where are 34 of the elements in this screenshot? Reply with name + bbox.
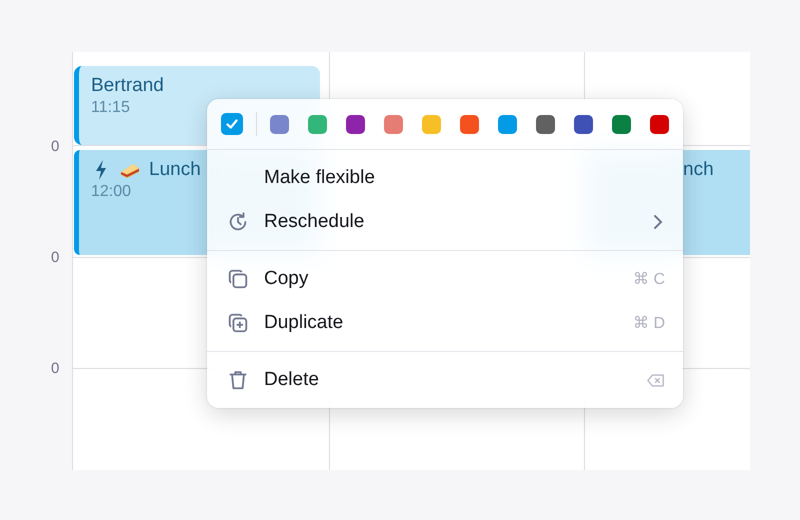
hour-label: 0	[51, 360, 60, 377]
event-time: 11:15	[91, 99, 131, 117]
checkmark-icon	[225, 117, 239, 131]
copy-icon	[227, 268, 249, 290]
color-swatch[interactable]	[650, 114, 669, 134]
color-swatch[interactable]	[422, 114, 441, 134]
color-swatch[interactable]	[612, 114, 631, 134]
event-time: 12:00	[91, 183, 132, 201]
color-swatch[interactable]	[460, 114, 479, 134]
duplicate-icon	[227, 312, 249, 334]
color-swatch[interactable]	[308, 114, 327, 134]
shortcut-label: ⌘ D	[633, 314, 665, 333]
color-swatch[interactable]	[270, 114, 289, 134]
menu-item[interactable]: Delete	[207, 358, 683, 402]
color-swatch[interactable]	[536, 114, 555, 134]
color-swatch[interactable]	[498, 114, 517, 134]
hour-label: 0	[51, 249, 60, 266]
lightning-icon	[95, 160, 107, 180]
checkbox[interactable]	[221, 113, 243, 135]
hour-label: 0	[51, 138, 60, 155]
trash-icon	[227, 369, 249, 391]
color-swatch[interactable]	[574, 114, 593, 134]
chevron-right-icon	[653, 214, 663, 230]
color-swatch[interactable]	[346, 114, 365, 134]
event-title: Bertrand	[91, 75, 164, 97]
event-title: nch	[683, 159, 714, 181]
menu-item[interactable]: Duplicate ⌘ D	[207, 301, 683, 345]
backspace-icon	[647, 372, 665, 388]
event-title: Lunch	[149, 159, 201, 181]
menu-item[interactable]: Copy ⌘ C	[207, 257, 683, 301]
sandwich-icon	[119, 161, 141, 179]
shortcut-label: ⌘ C	[633, 270, 665, 289]
clock-icon	[227, 211, 249, 233]
color-swatch[interactable]	[384, 114, 403, 134]
